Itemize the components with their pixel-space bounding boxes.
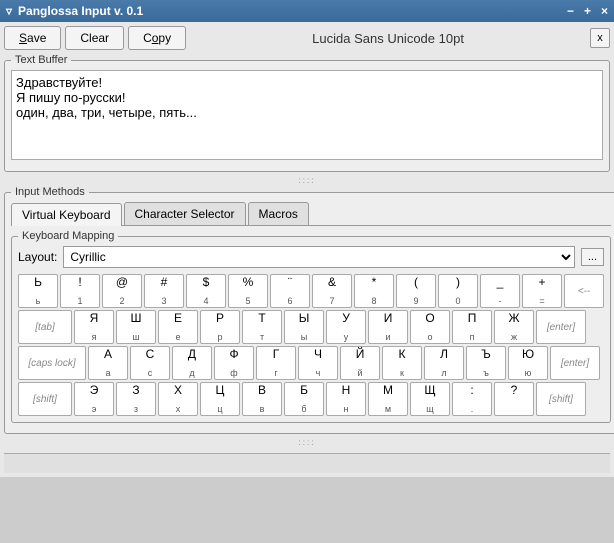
key-char[interactable]: Ыы — [284, 310, 324, 344]
layout-row: Layout: Cyrillic ... — [18, 246, 604, 268]
key-char[interactable]: Тт — [242, 310, 282, 344]
window-title: Panglossa Input v. 0.1 — [18, 4, 143, 18]
toolbar: Save Clear Copy Lucida Sans Unicode 10pt… — [4, 26, 610, 50]
statusbar — [4, 453, 610, 473]
key-char[interactable]: ¨6 — [270, 274, 310, 308]
key-char[interactable]: #3 — [144, 274, 184, 308]
key-char[interactable]: :. — [452, 382, 492, 416]
tab-virtual-keyboard[interactable]: Virtual Keyboard — [11, 203, 122, 226]
key-special[interactable]: [tab] — [18, 310, 72, 344]
key-char[interactable]: Рр — [200, 310, 240, 344]
text-buffer-group: Text Buffer — [4, 54, 610, 172]
tab-macros[interactable]: Macros — [248, 202, 309, 225]
key-char[interactable]: Цц — [200, 382, 240, 416]
key-char[interactable]: Гг — [256, 346, 296, 380]
key-special[interactable]: [enter] — [550, 346, 600, 380]
key-char[interactable]: Вв — [242, 382, 282, 416]
key-char[interactable]: Кк — [382, 346, 422, 380]
key-special[interactable]: [shift] — [18, 382, 72, 416]
key-char[interactable]: Шш — [116, 310, 156, 344]
keyboard-row: [shift]ЭэЗзХхЦцВвБбНнМмЩщ:.?[shift] — [18, 382, 604, 416]
key-char[interactable]: $4 — [186, 274, 226, 308]
key-special[interactable]: [shift] — [536, 382, 586, 416]
maximize-icon[interactable]: + — [584, 4, 591, 18]
keyboard-mapping-group: Keyboard Mapping Layout: Cyrillic ... Ьь… — [11, 230, 611, 423]
titlebar[interactable]: ▿ Panglossa Input v. 0.1 − + × — [0, 0, 614, 22]
save-button[interactable]: Save — [4, 26, 61, 50]
keyboard-row: [tab]ЯяШшЕеРрТтЫыУуИиОоПпЖж[enter] — [18, 310, 604, 344]
key-char[interactable]: Фф — [214, 346, 254, 380]
virtual-keyboard: Ьь!1@2#3$4%5¨6&7*8(9)0_-+=<--[tab]ЯяШшЕе… — [18, 274, 604, 416]
tabs: Virtual Keyboard Character Selector Macr… — [11, 202, 611, 226]
font-close-button[interactable]: x — [590, 28, 610, 48]
input-methods-legend: Input Methods — [11, 186, 89, 198]
tab-character-selector[interactable]: Character Selector — [124, 202, 246, 225]
key-char[interactable]: Мм — [368, 382, 408, 416]
key-char[interactable]: !1 — [60, 274, 100, 308]
splitter-handle[interactable]: :::: — [4, 176, 610, 185]
key-char[interactable]: Ээ — [74, 382, 114, 416]
key-char[interactable]: Сс — [130, 346, 170, 380]
text-buffer-input[interactable] — [11, 70, 603, 160]
key-char[interactable]: Щщ — [410, 382, 450, 416]
key-char[interactable]: Жж — [494, 310, 534, 344]
key-char[interactable]: *8 — [354, 274, 394, 308]
layout-select[interactable]: Cyrillic — [63, 246, 574, 268]
key-special[interactable]: <-- — [564, 274, 604, 308]
key-char[interactable]: _- — [480, 274, 520, 308]
key-char[interactable]: Ъъ — [466, 346, 506, 380]
layout-label: Layout: — [18, 250, 57, 264]
font-label: Lucida Sans Unicode 10pt — [190, 31, 586, 46]
key-char[interactable]: Зз — [116, 382, 156, 416]
keyboard-row: Ьь!1@2#3$4%5¨6&7*8(9)0_-+=<-- — [18, 274, 604, 308]
key-char[interactable]: (9 — [396, 274, 436, 308]
key-special[interactable]: [enter] — [536, 310, 586, 344]
key-special[interactable]: [caps lock] — [18, 346, 86, 380]
splitter-handle-bottom[interactable]: :::: — [4, 438, 610, 447]
layout-more-button[interactable]: ... — [581, 248, 604, 266]
key-char[interactable]: Пп — [452, 310, 492, 344]
keyboard-mapping-legend: Keyboard Mapping — [18, 230, 118, 242]
key-char[interactable]: ? — [494, 382, 534, 416]
key-char[interactable]: Оо — [410, 310, 450, 344]
key-char[interactable]: Юю — [508, 346, 548, 380]
key-char[interactable]: Ьь — [18, 274, 58, 308]
keyboard-row: [caps lock]АаСсДдФфГгЧчЙйКкЛлЪъЮю[enter] — [18, 346, 604, 380]
key-char[interactable]: Йй — [340, 346, 380, 380]
key-char[interactable]: Аа — [88, 346, 128, 380]
key-char[interactable]: Ии — [368, 310, 408, 344]
key-char[interactable]: Хх — [158, 382, 198, 416]
window-menu-icon[interactable]: ▿ — [6, 4, 12, 18]
key-char[interactable]: @2 — [102, 274, 142, 308]
key-char[interactable]: %5 — [228, 274, 268, 308]
key-char[interactable]: &7 — [312, 274, 352, 308]
key-char[interactable]: Бб — [284, 382, 324, 416]
key-char[interactable]: Чч — [298, 346, 338, 380]
key-char[interactable]: Лл — [424, 346, 464, 380]
key-char[interactable]: Дд — [172, 346, 212, 380]
key-char[interactable]: Уу — [326, 310, 366, 344]
key-char[interactable]: Нн — [326, 382, 366, 416]
close-icon[interactable]: × — [601, 4, 608, 18]
text-buffer-legend: Text Buffer — [11, 54, 71, 66]
minimize-icon[interactable]: − — [567, 4, 574, 18]
input-methods-group: Input Methods Virtual Keyboard Character… — [4, 186, 614, 434]
window-body: Save Clear Copy Lucida Sans Unicode 10pt… — [0, 22, 614, 477]
key-char[interactable]: Яя — [74, 310, 114, 344]
clear-button[interactable]: Clear — [65, 26, 124, 50]
key-char[interactable]: )0 — [438, 274, 478, 308]
key-char[interactable]: Ее — [158, 310, 198, 344]
copy-button[interactable]: Copy — [128, 26, 186, 50]
key-char[interactable]: += — [522, 274, 562, 308]
